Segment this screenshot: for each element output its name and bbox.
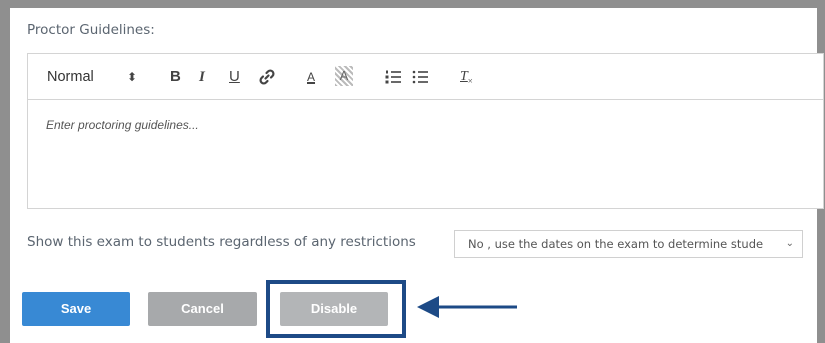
- bullet-list-icon[interactable]: [411, 68, 429, 86]
- guidelines-placeholder: Enter proctoring guidelines...: [46, 118, 199, 132]
- save-button[interactable]: Save: [22, 292, 130, 326]
- format-select-arrows-icon[interactable]: ⬍: [127, 67, 137, 87]
- format-select[interactable]: Normal: [47, 67, 94, 87]
- editor-toolbar: Normal ⬍ B I U A A T×: [28, 54, 823, 100]
- window-frame-top: [0, 0, 825, 8]
- rich-text-editor: Normal ⬍ B I U A A T× Enter proctoring g…: [27, 53, 824, 209]
- pointer-arrow-icon: [417, 296, 517, 318]
- restrictions-label: Show this exam to students regardless of…: [27, 234, 416, 250]
- guidelines-textarea[interactable]: Enter proctoring guidelines...: [46, 118, 199, 132]
- window-frame-left: [0, 0, 10, 343]
- clear-format-icon: T: [460, 69, 468, 84]
- underline-button[interactable]: U: [229, 67, 240, 87]
- cancel-button[interactable]: Cancel: [148, 292, 257, 326]
- clear-format-button[interactable]: T×: [460, 67, 473, 87]
- background-color-button[interactable]: A: [335, 66, 353, 86]
- font-color-button[interactable]: A: [307, 67, 315, 87]
- restrictions-selected-value: No , use the dates on the exam to determ…: [468, 237, 764, 251]
- restrictions-select[interactable]: No , use the dates on the exam to determ…: [454, 230, 803, 258]
- chevron-down-icon: ⌄: [785, 238, 794, 249]
- link-icon[interactable]: [258, 68, 276, 86]
- italic-button[interactable]: I: [199, 67, 205, 87]
- highlight-box: [266, 280, 406, 338]
- proctor-guidelines-label: Proctor Guidelines:: [27, 22, 155, 38]
- bold-button[interactable]: B: [170, 67, 181, 87]
- ordered-list-icon[interactable]: [384, 68, 402, 86]
